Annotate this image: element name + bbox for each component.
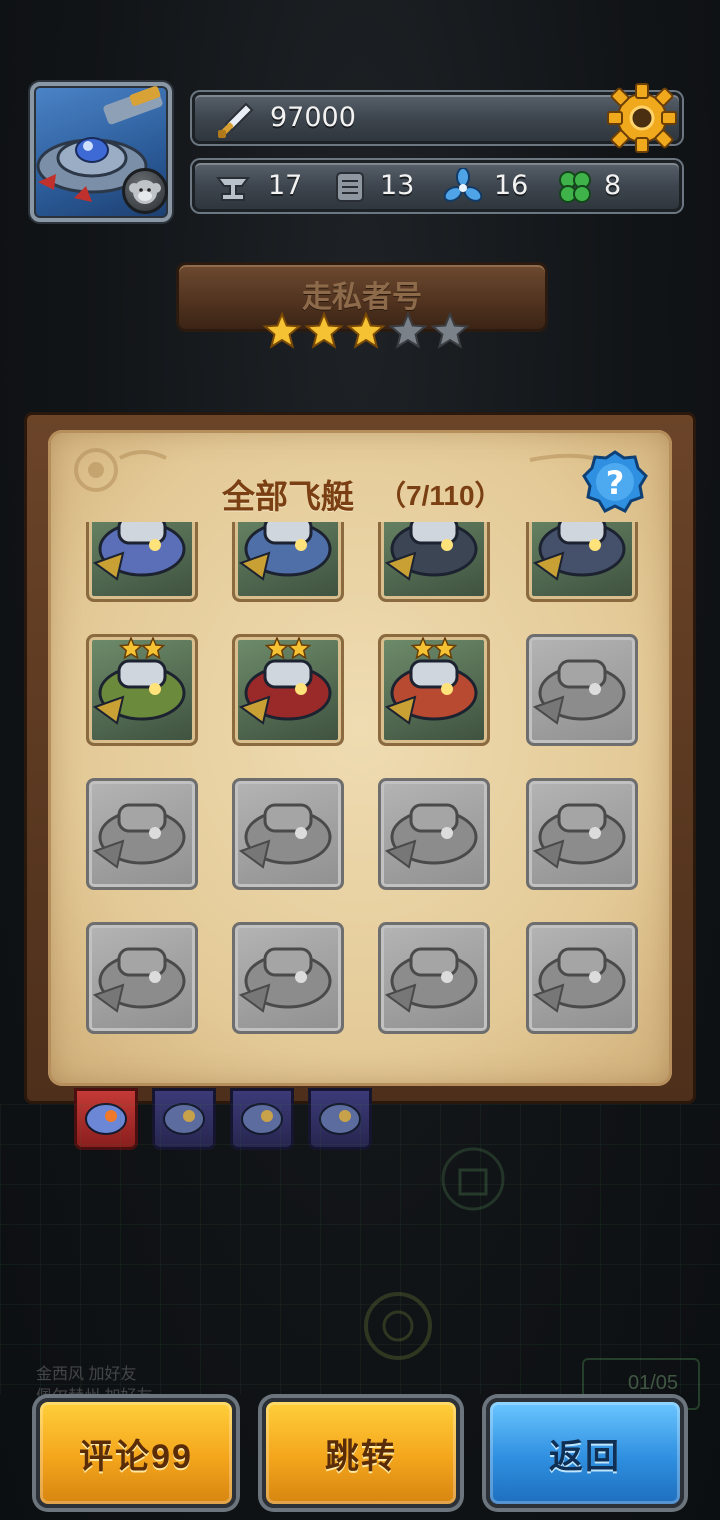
- star-filled-icon: [304, 312, 344, 349]
- castle-icon: [441, 1147, 505, 1211]
- collection-title: 全部飞艇: [222, 478, 354, 515]
- star-empty-icon: [430, 312, 470, 349]
- egg-ship-icon: [384, 947, 478, 1013]
- airship-slot[interactable]: [232, 522, 344, 602]
- beast-ship-icon: [238, 803, 332, 869]
- frog-ship-icon: [92, 522, 186, 581]
- airship-slot[interactable]: [86, 922, 198, 1034]
- ornament-icon: [74, 448, 167, 492]
- star-filled-icon: [262, 312, 302, 349]
- airship-slot[interactable]: [232, 922, 344, 1034]
- airship-slot[interactable]: [232, 634, 344, 746]
- star-filled-icon: [286, 637, 312, 660]
- help-icon[interactable]: ?: [580, 448, 650, 518]
- airship-slot[interactable]: [526, 634, 638, 746]
- propeller-count: 16: [494, 170, 529, 201]
- rhino-ship-icon: [92, 803, 186, 869]
- airship-slot[interactable]: [526, 922, 638, 1034]
- star-filled-icon: [118, 637, 144, 660]
- tank-ship-icon: [384, 803, 478, 869]
- blueprint-count: 13: [380, 170, 415, 201]
- airship-grid: [72, 522, 650, 1052]
- sword-icon: [218, 102, 254, 138]
- jet-ship-icon: [532, 659, 626, 725]
- svg-text:?: ?: [606, 464, 625, 502]
- airship-slot[interactable]: [378, 778, 490, 890]
- airship-slot[interactable]: [526, 778, 638, 890]
- star-filled-icon: [432, 637, 458, 660]
- back-button[interactable]: 返回: [486, 1398, 684, 1508]
- slot-star-rating: [118, 637, 166, 660]
- star-filled-icon: [140, 637, 166, 660]
- airship-slot[interactable]: [378, 922, 490, 1034]
- jump-button[interactable]: 跳转: [262, 1398, 460, 1508]
- star-filled-icon: [346, 312, 386, 349]
- star-empty-icon: [388, 312, 428, 349]
- anvil-icon: [216, 177, 250, 201]
- airship-slot[interactable]: [378, 522, 490, 602]
- monkey-badge-icon: [122, 168, 168, 214]
- clover-count: 8: [604, 170, 622, 201]
- airship-slot[interactable]: [86, 522, 198, 602]
- power-value: 97000: [270, 102, 356, 133]
- gunboat-ship-icon: [532, 522, 626, 581]
- star-filled-icon: [410, 637, 436, 660]
- airship-slot[interactable]: [86, 778, 198, 890]
- settings-gear-icon[interactable]: [606, 82, 678, 154]
- shark-ship-icon: [384, 522, 478, 581]
- airship-slot[interactable]: [232, 778, 344, 890]
- blueprint-icon: [336, 172, 364, 202]
- clover-icon: [559, 171, 591, 203]
- slot-star-rating: [410, 637, 458, 660]
- skull-ship-icon: [238, 947, 332, 1013]
- anvil-count: 17: [268, 170, 303, 201]
- stealth-ship-icon: [92, 947, 186, 1013]
- slot-star-rating: [264, 637, 312, 660]
- airship-slot[interactable]: [378, 634, 490, 746]
- propeller-icon: [444, 168, 482, 202]
- star-filled-icon: [264, 637, 290, 660]
- comment-button[interactable]: 评论99: [36, 1398, 236, 1508]
- airship-star-rating: [262, 312, 470, 349]
- coin-icon: [364, 1292, 432, 1360]
- airship-slot[interactable]: [86, 634, 198, 746]
- airship-name: 走私者号: [302, 281, 422, 314]
- gorilla-ship-icon: [532, 947, 626, 1013]
- ufo-ship-icon: [238, 522, 332, 581]
- dome-ship-icon: [532, 803, 626, 869]
- airship-slot[interactable]: [526, 522, 638, 602]
- collection-count: （7/110）: [378, 480, 503, 511]
- background-map: [0, 1104, 720, 1394]
- chat-line: 金西风 加好友: [36, 1366, 137, 1383]
